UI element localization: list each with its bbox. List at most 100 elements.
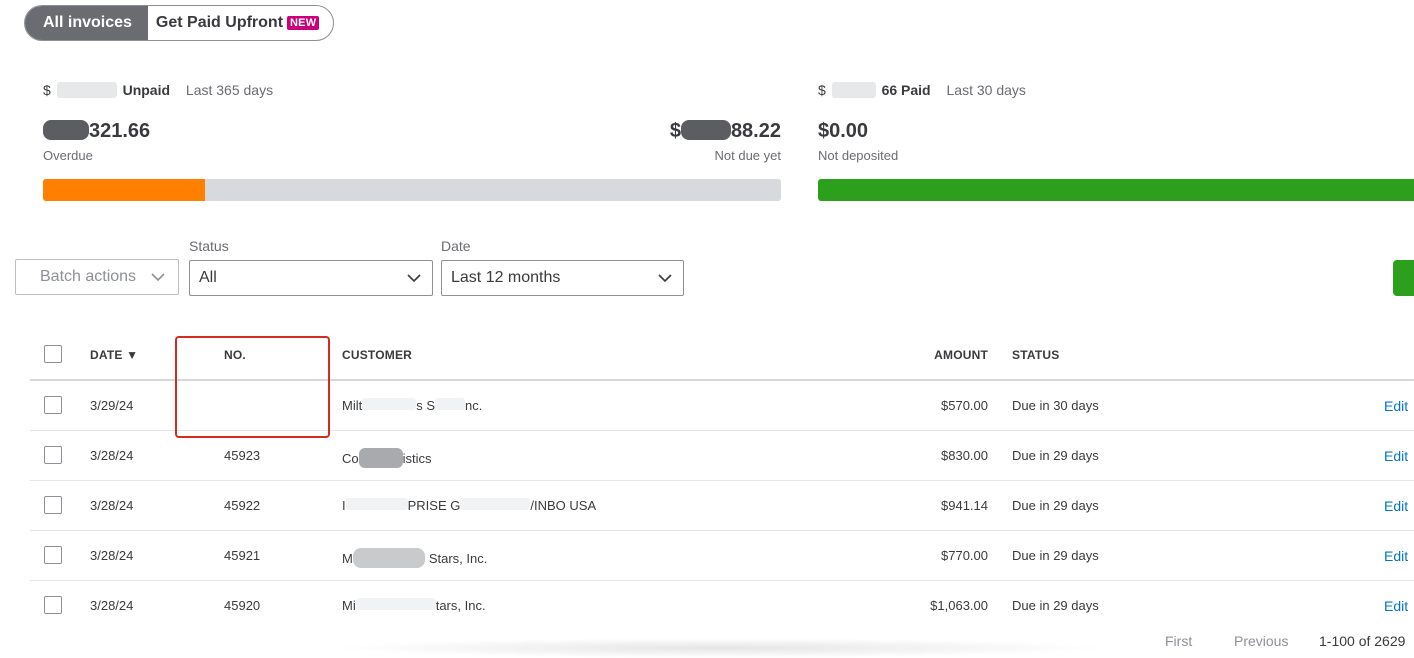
row-date: 3/28/24 [90,498,134,513]
overdue-label: Overdue [43,148,93,163]
status-filter-select[interactable]: All [189,260,433,296]
date-filter-label: Date [441,238,471,254]
row-divider [30,530,1414,531]
row-customer[interactable]: Milt s S nc. [342,398,482,413]
row-status: Due in 29 days [1012,548,1099,563]
paid-period: Last 30 days [946,82,1026,98]
row-divider [30,580,1414,581]
pagination-previous[interactable]: Previous [1234,633,1288,649]
customer-name-part: PRISE G [407,498,461,513]
redacted-amount [56,82,117,98]
row-checkbox[interactable] [44,496,62,514]
paid-summary-label: $ 66 Paid Last 30 days [818,82,1026,98]
date-filter-value: Last 12 months [451,269,561,286]
not-due-amount[interactable]: $88.22 [670,120,781,143]
new-badge: NEW [287,16,320,30]
customer-name-part: Stars, Inc. [428,551,488,566]
pagination-range: 1-100 of 2629 [1319,633,1406,649]
not-due-prefix: $ [669,120,681,142]
tab-all-invoices[interactable]: All invoices [25,6,148,40]
overdue-amount-tail: 321.66 [89,120,151,142]
row-date: 3/28/24 [90,598,134,613]
not-due-label: Not due yet [714,148,782,163]
chevron-down-icon [407,274,421,283]
row-status: Due in 29 days [1012,448,1099,463]
batch-actions-label: Batch actions [40,268,137,285]
status-filter-label: Status [189,238,229,254]
customer-name-part: Mi [342,598,356,613]
chevron-down-icon [151,273,165,282]
bottom-shadow [330,638,1110,658]
tab-get-paid-upfront[interactable]: Get Paid Upfront NEW [148,6,333,40]
select-all-checkbox[interactable] [44,345,62,363]
row-amount: $830.00 [941,448,988,463]
paid-label: Paid [901,82,931,98]
paid-amount-tail: 66 [881,82,898,98]
row-customer[interactable]: M Stars, Inc. [342,548,487,568]
row-date: 3/28/24 [90,548,134,563]
redacted-amount [680,120,731,140]
row-checkbox[interactable] [44,596,62,614]
redacted-text [362,398,417,410]
row-number: 45920 [224,598,261,613]
column-header-customer[interactable]: CUSTOMER [342,348,412,362]
row-amount: $1,063.00 [930,598,988,613]
not-deposited-amount[interactable]: $0.00 [818,120,868,143]
batch-actions-dropdown[interactable]: Batch actions [15,259,179,295]
not-due-amount-tail: 88.22 [730,120,781,142]
create-invoice-button[interactable] [1393,260,1414,296]
row-amount: $570.00 [941,398,988,413]
edit-link[interactable]: Edit [1384,498,1408,514]
unpaid-summary-label: $ Unpaid Last 365 days [43,82,273,98]
customer-name-part: /INBO USA [530,498,597,513]
customer-name-part: tars, Inc. [435,598,486,613]
column-header-date[interactable]: DATE ▼ [90,348,138,362]
row-number: 45922 [224,498,261,513]
row-amount: $941.14 [941,498,988,513]
unpaid-period: Last 365 days [185,82,274,98]
pagination-first[interactable]: First [1165,633,1192,649]
invoice-tab-switch: All invoices Get Paid Upfront NEW [24,5,335,41]
customer-name-part: M [342,551,353,566]
row-customer[interactable]: Mi tars, Inc. [342,598,486,613]
unpaid-label: Unpaid [122,82,171,98]
customer-name-part: s S [416,398,436,413]
column-header-status[interactable]: STATUS [1012,348,1059,362]
row-date: 3/29/24 [90,398,134,413]
edit-link[interactable]: Edit [1384,448,1408,464]
edit-link[interactable]: Edit [1384,598,1408,614]
row-status: Due in 29 days [1012,498,1099,513]
paid-progress-bar[interactable] [818,179,1414,201]
redacted-amount [43,120,89,140]
row-status: Due in 29 days [1012,598,1099,613]
row-customer[interactable]: I PRISE G/INBO USA [342,498,596,513]
paid-prefix: $ [818,82,826,98]
row-customer[interactable]: Co istics [342,448,432,468]
row-status: Due in 30 days [1012,398,1099,413]
customer-name-part: istics [402,451,432,466]
row-checkbox[interactable] [44,546,62,564]
redacted-text [345,498,408,510]
customer-name-part: Milt [342,398,363,413]
overdue-progress-fill[interactable] [43,179,205,201]
date-filter-select[interactable]: Last 12 months [441,260,684,296]
not-deposited-label: Not deposited [818,148,899,163]
unpaid-prefix: $ [43,82,51,98]
row-checkbox[interactable] [44,396,62,414]
customer-name-part: nc. [465,398,483,413]
redacted-text [460,498,531,510]
overdue-amount[interactable]: 321.66 [43,120,150,143]
status-filter-value: All [199,269,217,286]
row-checkbox[interactable] [44,446,62,464]
redacted-text [358,448,403,468]
redacted-amount [831,82,876,98]
row-divider [30,480,1414,481]
customer-name-part: Co [342,451,359,466]
highlight-box [175,336,330,438]
column-header-amount[interactable]: AMOUNT [934,348,988,362]
edit-link[interactable]: Edit [1384,398,1408,414]
edit-link[interactable]: Edit [1384,548,1408,564]
row-number: 45921 [224,548,261,563]
row-amount: $770.00 [941,548,988,563]
redacted-text [435,398,466,410]
